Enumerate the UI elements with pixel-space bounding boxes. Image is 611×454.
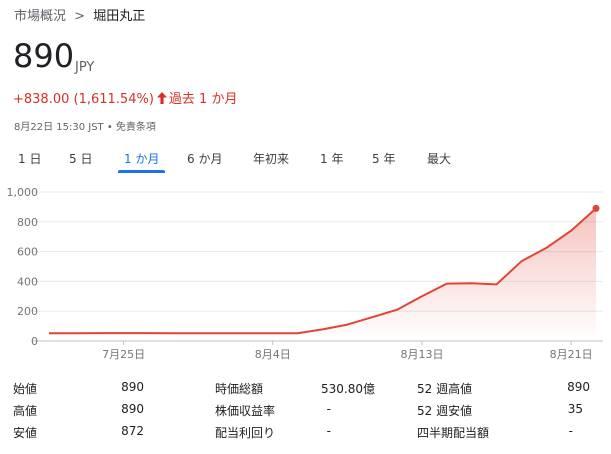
stat-value-52wk-high: 890 — [567, 380, 590, 394]
stat-value-high: 890 — [121, 402, 144, 416]
stat-label-dividend-yield: 配当利回り — [215, 426, 276, 440]
stat-label-52wk-low: 52 週安値 — [417, 404, 473, 418]
price-chart[interactable]: 1,000 800 600 400 200 0 7月25日 8月4日 8月13日 8月21日 — [0, 180, 611, 370]
breadcrumb: 市場概況 > 堀田丸正 — [14, 5, 145, 24]
price-change-value: +838.00 (1,611.54%) — [13, 92, 154, 107]
x-tick-label: 8月21日 — [550, 348, 593, 361]
tab-6-month[interactable]: 6 か月 — [187, 150, 222, 172]
y-tick-label: 400 — [17, 275, 38, 288]
y-tick-label: 0 — [31, 335, 38, 348]
stat-label-market-cap: 時価総額 — [215, 382, 264, 396]
breadcrumb-separator: > — [74, 9, 86, 24]
stat-label-high: 高値 — [13, 404, 38, 418]
tab-ytd[interactable]: 年初来 — [253, 150, 289, 172]
breadcrumb-parent-link[interactable]: 市場概況 — [14, 9, 66, 24]
stock-price: 890 — [13, 37, 75, 75]
stat-label-quarterly-dividend: 四半期配当額 — [417, 426, 490, 440]
stat-label-open: 始値 — [13, 382, 38, 396]
stat-label-pe-ratio: 株価収益率 — [215, 404, 276, 418]
price-change: +838.00 (1,611.54%) 過去 1 か月 — [13, 88, 237, 107]
tab-1-month[interactable]: 1 か月 — [117, 150, 166, 173]
stat-value-52wk-low: 35 — [567, 402, 583, 416]
x-tick-label: 8月13日 — [400, 348, 443, 361]
arrow-up-icon — [156, 92, 167, 104]
currency-label: JPY — [75, 60, 95, 75]
timestamp-disclaimer: 8月22日 15:30 JST • 免責条項 — [14, 122, 156, 133]
x-tick-label: 8月4日 — [255, 348, 291, 361]
change-period: 過去 1 か月 — [168, 92, 238, 107]
stat-label-52wk-high: 52 週高値 — [417, 382, 473, 396]
tab-1-day[interactable]: 1 日 — [18, 150, 41, 172]
stat-value-pe-ratio: - — [326, 402, 331, 416]
stat-value-low: 872 — [121, 424, 144, 438]
stat-value-quarterly-dividend: - — [568, 424, 573, 438]
y-tick-label: 1,000 — [7, 186, 39, 199]
x-tick-label: 7月25日 — [102, 348, 145, 361]
y-tick-label: 200 — [17, 305, 38, 318]
tab-1-year[interactable]: 1 年 — [320, 150, 343, 172]
tab-max[interactable]: 最大 — [427, 150, 451, 172]
stat-value-market-cap: 530.80億 — [321, 382, 375, 396]
last-price-dot — [592, 204, 600, 212]
y-tick-label: 600 — [17, 246, 38, 259]
tab-5-year[interactable]: 5 年 — [372, 150, 395, 172]
stat-label-low: 安値 — [13, 426, 38, 440]
price-area-fill — [49, 208, 596, 341]
y-tick-label: 800 — [17, 216, 38, 229]
tab-5-day[interactable]: 5 日 — [69, 150, 92, 172]
stat-value-dividend-yield: - — [326, 424, 331, 438]
stat-value-open: 890 — [121, 380, 144, 394]
breadcrumb-current: 堀田丸正 — [93, 9, 146, 24]
